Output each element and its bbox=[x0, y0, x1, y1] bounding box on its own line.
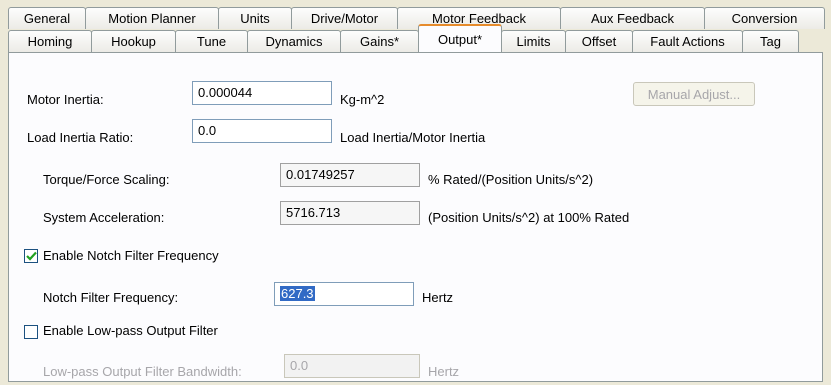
tab-output[interactable]: Output* bbox=[418, 24, 502, 52]
load-inertia-field[interactable]: 0.0 bbox=[192, 119, 332, 143]
notch-freq-unit: Hertz bbox=[422, 290, 454, 305]
torque-scaling-unit: % Rated/(Position Units/s^2) bbox=[428, 172, 594, 187]
axis-properties-dialog: General Motion Planner Units Drive/Motor… bbox=[0, 0, 831, 385]
notch-freq-label: Notch Filter Frequency: bbox=[43, 290, 179, 305]
notch-enable-checkbox[interactable] bbox=[24, 249, 38, 263]
tab-dynamics[interactable]: Dynamics bbox=[247, 30, 341, 52]
lowpass-enable-checkbox[interactable] bbox=[24, 325, 38, 339]
tab-conversion[interactable]: Conversion bbox=[704, 7, 825, 29]
motor-inertia-label: Motor Inertia: bbox=[27, 92, 104, 107]
tab-fault-actions[interactable]: Fault Actions bbox=[632, 30, 743, 52]
lowpass-bw-field: 0.0 bbox=[284, 354, 420, 378]
tab-row-front: Homing Hookup Tune Dynamics Gains* Outpu… bbox=[8, 24, 799, 52]
notch-enable-label[interactable]: Enable Notch Filter Frequency bbox=[43, 248, 219, 263]
motor-inertia-unit: Kg-m^2 bbox=[340, 92, 385, 107]
checkmark-icon bbox=[25, 251, 37, 261]
torque-scaling-label: Torque/Force Scaling: bbox=[43, 172, 170, 187]
tab-drive-motor[interactable]: Drive/Motor bbox=[291, 7, 398, 29]
tab-gains[interactable]: Gains* bbox=[340, 30, 419, 52]
motor-inertia-field[interactable]: 0.000044 bbox=[192, 81, 332, 105]
notch-freq-selected-text: 627.3 bbox=[280, 286, 315, 301]
lowpass-bw-label: Low-pass Output Filter Bandwidth: bbox=[43, 364, 242, 379]
manual-adjust-button[interactable]: Manual Adjust... bbox=[633, 82, 755, 106]
tab-motion-planner[interactable]: Motion Planner bbox=[85, 7, 219, 29]
tab-homing[interactable]: Homing bbox=[8, 30, 92, 52]
tab-limits[interactable]: Limits bbox=[501, 30, 566, 52]
load-inertia-label: Load Inertia Ratio: bbox=[27, 130, 134, 145]
system-accel-unit: (Position Units/s^2) at 100% Rated bbox=[428, 210, 630, 225]
tab-offset[interactable]: Offset bbox=[565, 30, 633, 52]
tab-tag[interactable]: Tag bbox=[742, 30, 799, 52]
lowpass-enable-label[interactable]: Enable Low-pass Output Filter bbox=[43, 323, 218, 338]
output-tab-panel: Motor Inertia: 0.000044 Kg-m^2 Manual Ad… bbox=[8, 52, 823, 382]
tab-row-back: General Motion Planner Units Drive/Motor… bbox=[8, 7, 825, 29]
tab-hookup[interactable]: Hookup bbox=[91, 30, 176, 52]
load-inertia-unit: Load Inertia/Motor Inertia bbox=[340, 130, 486, 145]
system-accel-field: 5716.713 bbox=[280, 201, 420, 225]
tab-aux-feedback[interactable]: Aux Feedback bbox=[560, 7, 705, 29]
torque-scaling-field: 0.01749257 bbox=[280, 163, 420, 187]
tab-general[interactable]: General bbox=[8, 7, 86, 29]
system-accel-label: System Acceleration: bbox=[43, 210, 165, 225]
tab-units[interactable]: Units bbox=[218, 7, 292, 29]
notch-freq-field[interactable]: 627.3 bbox=[274, 282, 414, 306]
tab-tune[interactable]: Tune bbox=[175, 30, 248, 52]
lowpass-bw-unit: Hertz bbox=[428, 364, 460, 379]
